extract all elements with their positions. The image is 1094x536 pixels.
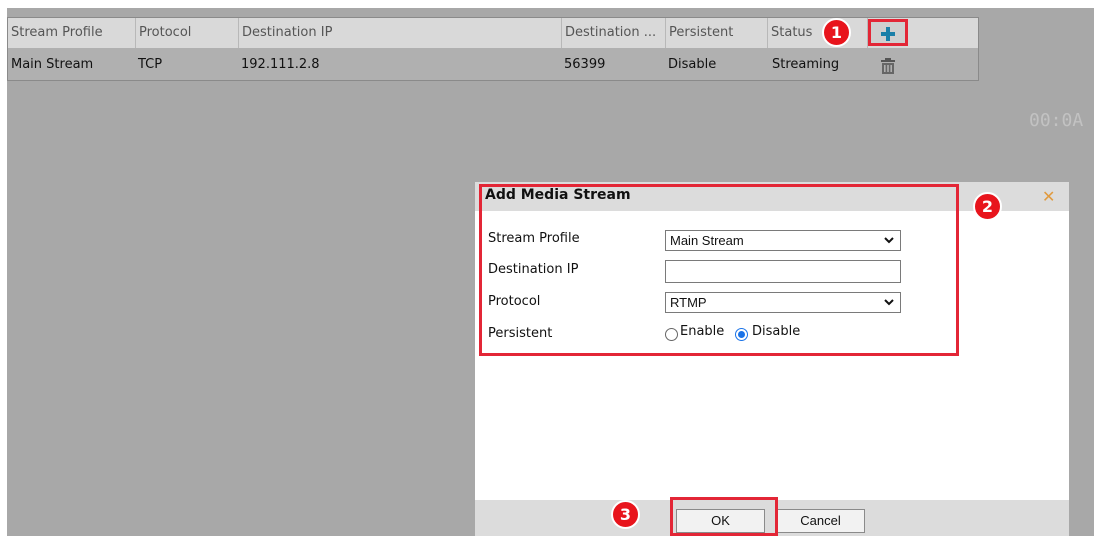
column-header-protocol[interactable]: Protocol <box>135 18 238 48</box>
step-badge-1: 1 <box>822 18 851 47</box>
stream-profile-label: Stream Profile <box>488 231 580 246</box>
cell-stream-profile: Main Stream <box>11 57 94 72</box>
close-icon[interactable]: ✕ <box>1042 187 1055 206</box>
protocol-select[interactable]: RTMP <box>665 292 901 313</box>
step-badge-3: 3 <box>611 500 640 529</box>
persistent-disable-label[interactable]: Disable <box>752 324 800 339</box>
delete-icon[interactable] <box>881 58 895 74</box>
dialog-footer: OK Cancel <box>475 500 1069 536</box>
add-media-stream-dialog: Add Media Stream ✕ Stream Profile Main S… <box>475 182 1069 536</box>
cell-protocol: TCP <box>138 57 163 72</box>
step-badge-2: 2 <box>973 192 1002 221</box>
add-stream-button[interactable] <box>868 19 908 46</box>
persistent-enable-radio[interactable] <box>665 328 678 341</box>
dialog-title: Add Media Stream <box>485 187 631 203</box>
table-row[interactable]: Main Stream TCP 192.111.2.8 56399 Disabl… <box>8 48 978 80</box>
column-header-status[interactable]: Status <box>767 18 867 48</box>
cell-status: Streaming <box>772 57 840 72</box>
ok-button[interactable]: OK <box>676 509 765 533</box>
protocol-value: RTMP <box>670 295 707 310</box>
stream-profile-select[interactable]: Main Stream <box>665 230 901 251</box>
stream-profile-value: Main Stream <box>670 233 744 248</box>
screen: Stream Profile Protocol Destination IP D… <box>0 0 1094 536</box>
persistent-enable-label[interactable]: Enable <box>680 324 724 339</box>
column-header-stream-profile[interactable]: Stream Profile <box>8 18 135 48</box>
column-header-persistent[interactable]: Persistent <box>665 18 767 48</box>
cell-destination-port: 56399 <box>564 57 606 72</box>
cell-destination-ip: 192.111.2.8 <box>241 57 320 72</box>
cancel-button[interactable]: Cancel <box>776 509 865 533</box>
cell-persistent: Disable <box>668 57 717 72</box>
time-overlay: 00:0A <box>1029 110 1084 131</box>
column-header-destination-ip[interactable]: Destination IP <box>238 18 561 48</box>
destination-ip-label: Destination IP <box>488 262 579 277</box>
chevron-down-icon <box>884 299 894 306</box>
persistent-disable-radio[interactable] <box>735 328 748 341</box>
column-header-destination-port[interactable]: Destination ... <box>561 18 665 48</box>
persistent-label: Persistent <box>488 326 553 341</box>
plus-icon <box>881 27 895 41</box>
protocol-label: Protocol <box>488 294 541 309</box>
chevron-down-icon <box>884 237 894 244</box>
destination-ip-input[interactable] <box>665 260 901 283</box>
